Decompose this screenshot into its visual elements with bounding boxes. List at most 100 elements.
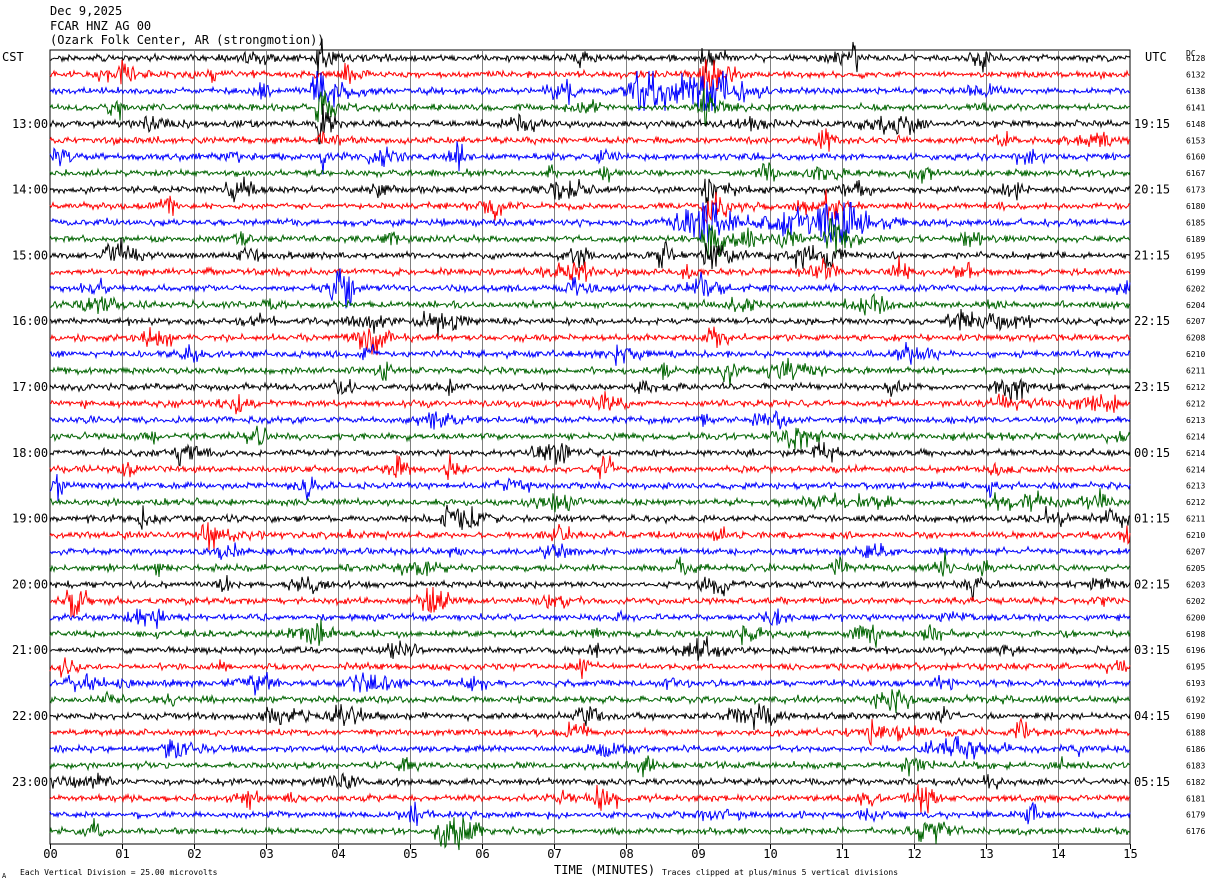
trace-line [50,425,1131,450]
dc-offset-label: 6204 [1186,301,1205,310]
trace-line [49,474,1131,502]
dc-offset-label: 6211 [1186,515,1205,524]
trace-line [49,391,1131,415]
dc-offset-label: 6200 [1186,613,1205,622]
trace-line [49,772,1131,790]
utc-hour-label: 03:15 [1134,643,1170,657]
scale-note-value: 25.00 microvolts [140,868,218,877]
dc-offset-label: 6141 [1186,103,1205,112]
dc-offset-label: 6138 [1186,87,1205,96]
dc-offset-label: 6208 [1186,334,1205,343]
trace-line [49,202,1131,243]
cst-hour-label: 17:00 [12,380,48,394]
trace-line [49,38,1131,76]
trace-line [49,308,1131,337]
dc-offset-label: 6213 [1186,482,1205,491]
x-tick-label: 06 [475,847,489,861]
utc-hour-label: 04:15 [1134,709,1170,723]
trace-line [49,575,1131,601]
utc-hour-label: 00:15 [1134,446,1170,460]
dc-offset-label: 6205 [1186,564,1205,573]
utc-hour-label: 05:15 [1134,775,1170,789]
cst-hour-label: 19:00 [12,512,48,526]
dc-offset-label: 6181 [1186,794,1205,803]
utc-hour-label: 01:15 [1134,512,1170,526]
cst-hour-label: 18:00 [12,446,48,460]
x-tick-label: 07 [547,847,561,861]
trace-line [49,342,1131,366]
dc-offset-label: 6196 [1186,646,1205,655]
x-tick-label: 12 [907,847,921,861]
trace-line [49,801,1131,827]
trace-line [49,657,1131,680]
trace-line [49,442,1131,467]
x-tick-label: 04 [331,847,345,861]
x-tick-label: 10 [763,847,777,861]
trace-line [49,717,1131,747]
trace-line [49,618,1131,648]
trace-line [49,755,1131,778]
dc-offset-label: 6186 [1186,745,1205,754]
trace-line [49,453,1131,481]
cst-hour-label: 20:00 [12,577,48,591]
x-tick-label: 03 [259,847,273,861]
dc-offset-label: 6203 [1186,580,1205,589]
x-tick-label: 05 [403,847,417,861]
dc-offset-label: 6195 [1186,251,1205,260]
helicorder-plot: 00 01 02 03 04 05 06 07 08 09 10 11 12 13 14 15 6128 6132… [12,38,1205,861]
dc-offset-label: 6198 [1186,630,1205,639]
trace-line [49,635,1131,661]
dc-offset-label: 6132 [1186,70,1205,79]
trace-line [49,703,1131,731]
trace-line [49,784,1131,814]
dc-offset-label: 6214 [1186,449,1205,458]
scale-note-prefix: Each Vertical Division = [20,868,136,877]
dc-offset-label: 6179 [1186,811,1205,820]
dc-offset-label: 6180 [1186,202,1205,211]
x-axis-label: TIME (MINUTES) [554,863,656,877]
trace-line [49,59,1131,95]
cst-hour-label: 23:00 [12,775,48,789]
trace-line [49,608,1131,629]
dc-offset-label: 6192 [1186,696,1205,705]
dc-offset-label: 6213 [1186,416,1205,425]
cst-hour-label: 16:00 [12,314,48,328]
dc-offset-label: 6207 [1186,548,1205,557]
dc-offset-label: 6173 [1186,186,1205,195]
dc-offset-label: 6153 [1186,136,1205,145]
trace-line [49,162,1131,184]
dc-offset-label: 6210 [1186,350,1205,359]
trace-line [49,504,1131,530]
plot-frame [49,49,1131,845]
utc-hour-label: 20:15 [1134,183,1170,197]
dc-offset-label: 6189 [1186,235,1205,244]
trace-line [49,256,1131,282]
x-tick-label: 09 [691,847,705,861]
cst-hour-label: 22:00 [12,709,48,723]
corner-mark: A [2,872,7,880]
dc-offset-label: 6185 [1186,219,1205,228]
cst-hour-label: 15:00 [12,248,48,262]
dc-offset-label: 6128 [1186,54,1205,63]
dc-offset-label: 6212 [1186,498,1205,507]
cst-hour-label: 13:00 [12,117,48,131]
trace-line [49,357,1131,388]
x-tick-label: 14 [1051,847,1065,861]
x-tick-label: 15 [1123,847,1137,861]
trace-line [49,377,1131,403]
x-tick-label: 01 [115,847,129,861]
x-tick-label: 13 [979,847,993,861]
dc-offset-label: 6207 [1186,317,1205,326]
trace-line [49,488,1131,513]
clip-note: Traces clipped at plus/minus 5 vertical … [662,868,899,877]
x-tick-label: 11 [835,847,849,861]
dc-offset-label: 6211 [1186,367,1205,376]
utc-hour-label: 02:15 [1134,577,1170,591]
dc-offset-label: 6193 [1186,679,1205,688]
trace-line [49,542,1131,560]
dc-offset-label: 6182 [1186,778,1205,787]
dc-offset-label: 6212 [1186,383,1205,392]
dc-offset-label: 6176 [1186,827,1205,836]
trace-line [49,672,1131,696]
dc-offset-label: 6210 [1186,531,1205,540]
